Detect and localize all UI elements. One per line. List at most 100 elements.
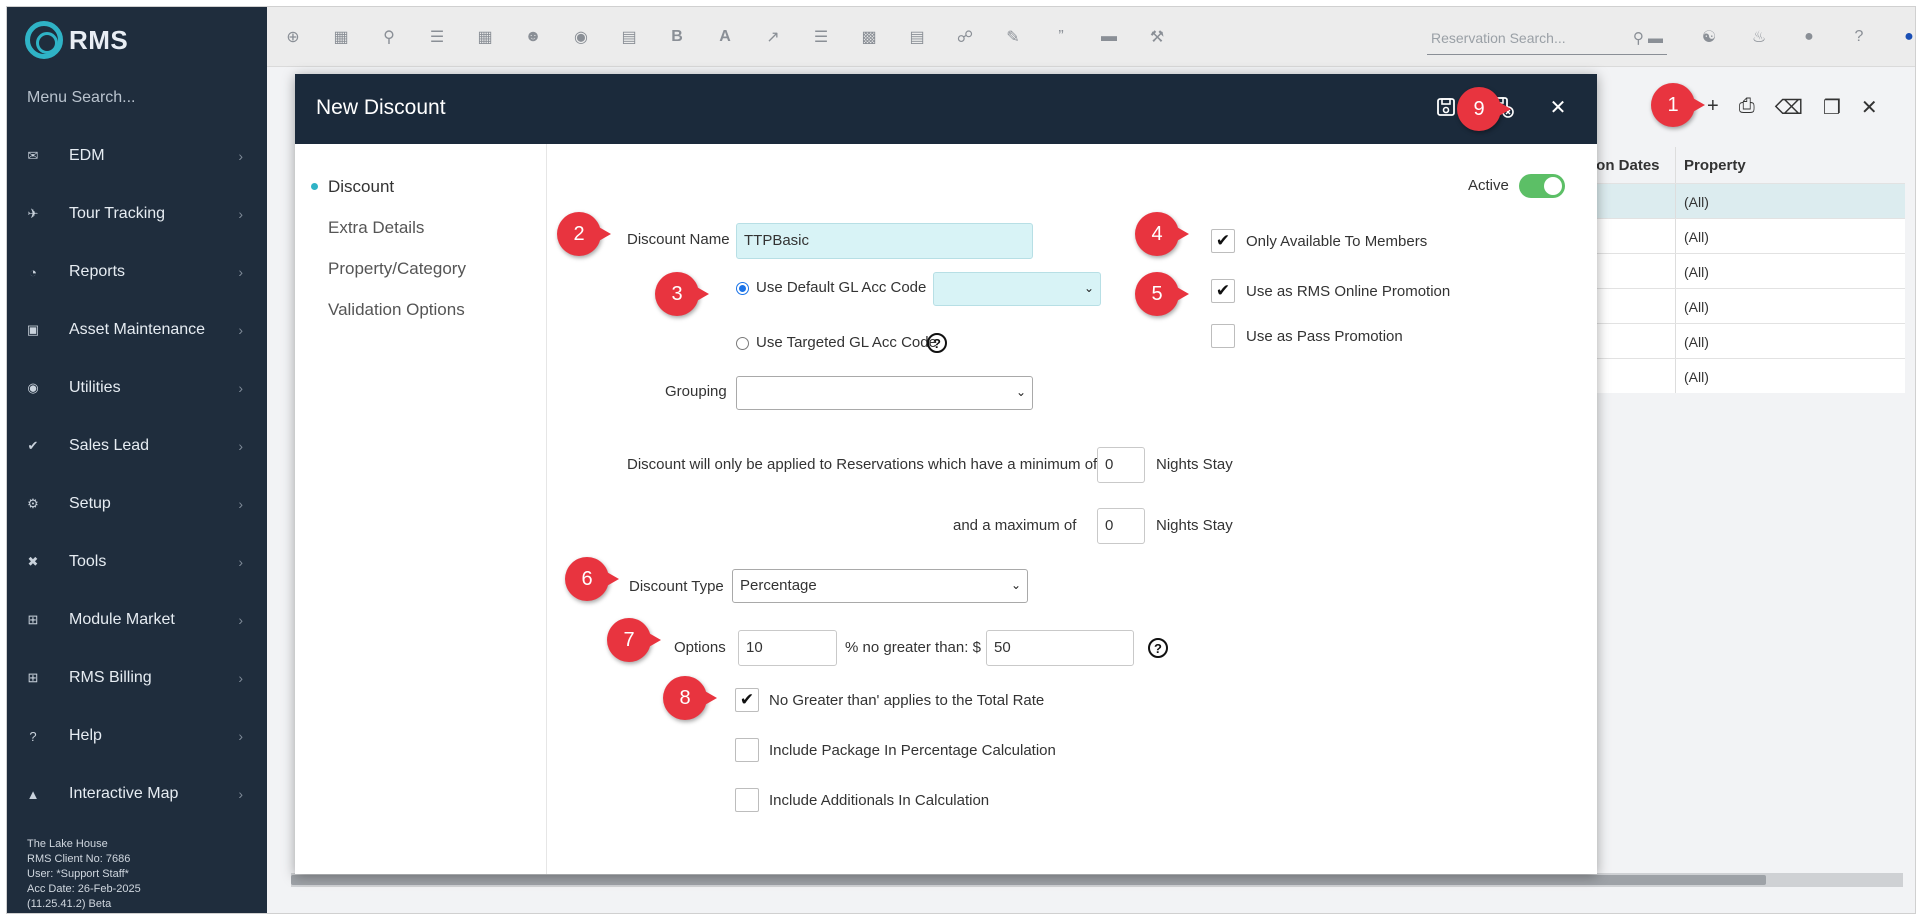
callout-badge: 2 xyxy=(557,212,611,256)
sidebar-item-setup[interactable]: ⚙ Setup › xyxy=(7,475,267,533)
sidebar-item-reports[interactable]: ◔ Reports › xyxy=(7,243,267,301)
close-icon[interactable]: ✕ xyxy=(1545,94,1571,120)
discount-name-input[interactable]: TTPBasic xyxy=(736,223,1033,259)
total-rate-checkbox[interactable]: ✔ xyxy=(735,688,759,712)
horizontal-scrollbar[interactable] xyxy=(291,873,1903,887)
nav-property-category[interactable]: Property/Category xyxy=(295,248,546,289)
gauge-icon: ◉ xyxy=(27,380,39,395)
map-marker-icon[interactable]: ◉ xyxy=(569,25,593,49)
trash-icon[interactable]: ⌫ xyxy=(1775,95,1803,120)
sidebar-item-module-market[interactable]: ⊞ Module Market › xyxy=(7,591,267,649)
save-icon[interactable] xyxy=(1433,94,1459,120)
nav-validation-options[interactable]: Validation Options xyxy=(295,289,546,330)
tools-icon: ✖ xyxy=(27,554,39,569)
table-row[interactable]: (All) xyxy=(1587,183,1905,218)
globe-icon[interactable]: ☯ xyxy=(1697,25,1721,49)
max-nights-input[interactable]: 0 xyxy=(1097,508,1145,544)
pass-promo-checkbox[interactable] xyxy=(1211,324,1235,348)
line-chart-icon[interactable]: ↗ xyxy=(761,25,785,49)
no-greater-than-input[interactable]: 50 xyxy=(986,630,1134,666)
document-icon[interactable]: ▤ xyxy=(905,25,929,49)
options-help-icon[interactable]: ? xyxy=(1148,638,1168,658)
client-info: The Lake House RMS Client No: 7686 User:… xyxy=(27,837,141,912)
map-icon[interactable]: ▤ xyxy=(617,25,641,49)
sidebar-item-edm[interactable]: ✉ EDM › xyxy=(7,127,267,185)
add-icon[interactable]: + xyxy=(1707,95,1719,120)
copy-icon[interactable]: ❐ xyxy=(1823,95,1841,120)
nav-extra-details[interactable]: Extra Details xyxy=(295,207,546,248)
bed-icon[interactable]: ▬ xyxy=(1097,25,1121,49)
table-row[interactable]: (All) xyxy=(1587,358,1905,393)
targeted-gl-help-icon[interactable]: ? xyxy=(927,333,947,353)
use-default-gl-radio[interactable] xyxy=(736,282,749,295)
chevron-right-icon: › xyxy=(238,380,243,396)
sidebar-item-label: Utilities xyxy=(69,379,121,396)
search-bed-icon[interactable]: ⚲ ▬ xyxy=(1633,29,1663,47)
cart-icon[interactable]: ☍ xyxy=(953,25,977,49)
discount-type-select[interactable]: Percentage ⌄ xyxy=(732,569,1028,603)
users-icon[interactable]: ☻ xyxy=(521,25,545,49)
sidebar-item-tools[interactable]: ✖ Tools › xyxy=(7,533,267,591)
add-circle-icon[interactable]: ⊕ xyxy=(281,25,305,49)
table-row[interactable]: (All) xyxy=(1587,218,1905,253)
sidebar-item-tour-tracking[interactable]: ✈ Tour Tracking › xyxy=(7,185,267,243)
plane-icon: ✈ xyxy=(27,206,39,221)
checklist-icon[interactable]: ☰ xyxy=(809,25,833,49)
reservation-search-placeholder: Reservation Search... xyxy=(1431,30,1566,46)
include-package-checkbox[interactable] xyxy=(735,738,759,762)
default-gl-select[interactable]: ⌄ xyxy=(933,272,1101,306)
sidebar-item-utilities[interactable]: ◉ Utilities › xyxy=(7,359,267,417)
options-percent-input[interactable]: 10 xyxy=(738,630,837,666)
rms-online-checkbox[interactable]: ✔ xyxy=(1211,279,1235,303)
client-property: The Lake House xyxy=(27,838,108,850)
include-additionals-checkbox[interactable] xyxy=(735,788,759,812)
user-icon[interactable]: ● xyxy=(1897,25,1915,49)
scrollbar-thumb[interactable] xyxy=(291,875,1766,885)
calendar-icon[interactable]: ▦ xyxy=(329,25,353,49)
envelope-icon: ✉ xyxy=(27,148,39,163)
sidebar-item-interactive-map[interactable]: ▲ Interactive Map › xyxy=(7,765,267,823)
grouping-select[interactable]: ⌄ xyxy=(736,376,1033,410)
bell-icon[interactable]: ♨ xyxy=(1747,25,1771,49)
edit-icon[interactable]: ✎ xyxy=(1001,25,1025,49)
sliders-icon[interactable]: ☰ xyxy=(425,25,449,49)
table-cell-property: (All) xyxy=(1675,359,1709,393)
sidebar: RMS Menu Search... ✉ EDM › ✈ Tour Tracking ›… xyxy=(7,7,267,913)
help-icon[interactable]: ? xyxy=(1847,25,1871,49)
sidebar-item-rms-billing[interactable]: ⊞ RMS Billing › xyxy=(7,649,267,707)
chevron-down-icon: ⌄ xyxy=(1083,281,1094,295)
callout-badge: 1 xyxy=(1651,83,1705,127)
bold-icon[interactable]: B xyxy=(665,25,689,49)
search-icon[interactable]: ⚲ xyxy=(377,25,401,49)
chevron-right-icon: › xyxy=(238,322,243,338)
id-card-icon[interactable]: ▩ xyxy=(857,25,881,49)
active-toggle[interactable] xyxy=(1519,174,1565,198)
letter-a-icon[interactable]: A xyxy=(713,25,737,49)
close-icon[interactable]: ✕ xyxy=(1861,95,1878,120)
table-row[interactable]: (All) xyxy=(1587,253,1905,288)
chevron-down-icon: ⌄ xyxy=(1015,385,1026,399)
table-row[interactable]: (All) xyxy=(1587,323,1905,358)
hammer-icon[interactable]: ⚒ xyxy=(1145,25,1169,49)
reservation-search-input[interactable]: Reservation Search... ⚲ ▬ xyxy=(1427,25,1667,55)
only-members-checkbox[interactable]: ✔ xyxy=(1211,229,1235,253)
use-targeted-gl-radio[interactable] xyxy=(736,337,749,350)
callout-badge: 3 xyxy=(655,272,709,316)
column-header-dates[interactable]: tion Dates xyxy=(1587,147,1675,183)
sidebar-item-help[interactable]: ? Help › xyxy=(7,707,267,765)
print-icon[interactable]: ⎙ xyxy=(1739,95,1755,120)
min-nights-input[interactable]: 0 xyxy=(1097,447,1145,483)
grid-icon[interactable]: ▦ xyxy=(473,25,497,49)
discount-name-label: Discount Name xyxy=(627,231,730,248)
chat-icon[interactable]: ● xyxy=(1797,25,1821,49)
new-discount-modal: New Discount ✕ Discount Extra Details Pr… xyxy=(295,74,1597,874)
nav-discount[interactable]: Discount xyxy=(295,166,546,207)
sidebar-item-asset-maintenance[interactable]: ▣ Asset Maintenance › xyxy=(7,301,267,359)
rms-online-label: Use as RMS Online Promotion xyxy=(1246,283,1451,300)
table-row[interactable]: (All) xyxy=(1587,288,1905,323)
menu-search-input[interactable]: Menu Search... xyxy=(27,89,136,107)
quote-icon[interactable]: ” xyxy=(1049,25,1073,49)
column-header-property[interactable]: Property xyxy=(1675,147,1746,183)
sidebar-item-sales-lead[interactable]: ✔ Sales Lead › xyxy=(7,417,267,475)
rms-logo[interactable]: RMS xyxy=(25,21,128,59)
